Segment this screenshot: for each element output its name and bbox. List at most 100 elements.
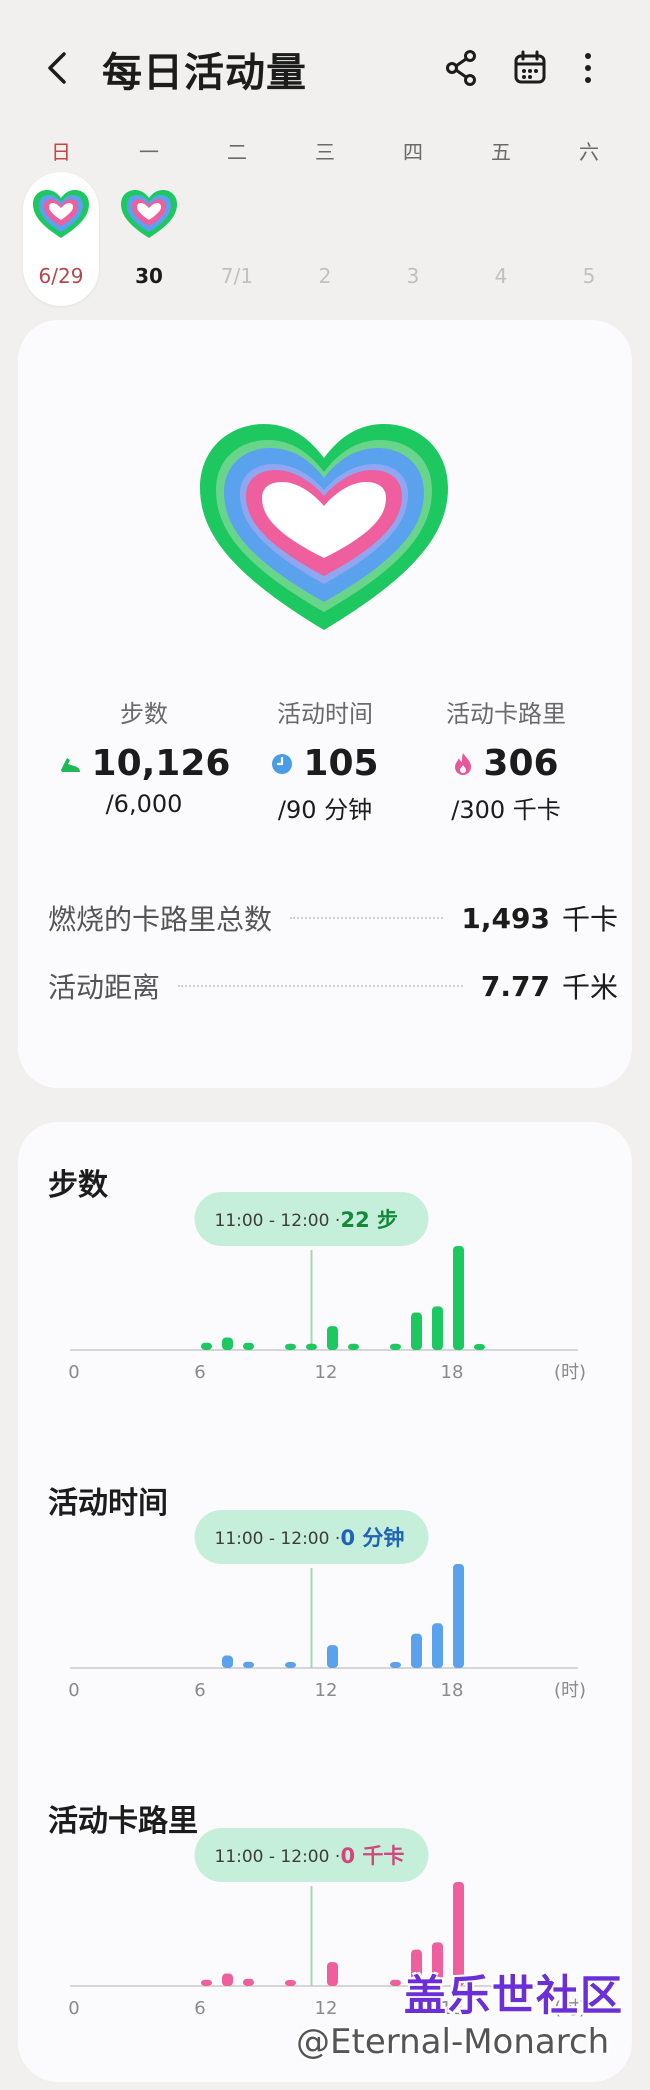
- active-time-stat[interactable]: 活动时间 105 /90 分钟: [225, 694, 425, 825]
- chart-tick-label: 0: [68, 1680, 79, 1701]
- active-time-hourly-chart[interactable]: 0 6 12 18 (时) 11:00 - 12:00 · 0 分钟: [18, 1498, 632, 1758]
- distance-value: 7.77: [480, 969, 550, 1003]
- total-calories-unit: 千卡: [561, 903, 618, 936]
- calendar-icon: [514, 50, 546, 84]
- flame-icon: [455, 752, 472, 775]
- active-calories-stat[interactable]: 活动卡路里 306 /300 千卡: [406, 694, 606, 825]
- chart-bar: [327, 1962, 338, 1986]
- day-date: 30: [135, 264, 163, 288]
- weekday-label: 二: [227, 140, 247, 164]
- chart-bar: [348, 1343, 359, 1350]
- chart-bar: [411, 1312, 422, 1350]
- calendar-button[interactable]: [508, 46, 552, 90]
- chart-bar: [432, 1623, 443, 1668]
- chart-tick-label: 0: [68, 1362, 79, 1383]
- chart-bar: [222, 1655, 233, 1668]
- row-divider: [178, 985, 463, 987]
- chart-bar: [201, 1342, 212, 1350]
- day-item[interactable]: 3: [375, 172, 451, 306]
- day-item[interactable]: 5: [551, 172, 627, 306]
- chart-bar: [201, 1979, 212, 1986]
- chart-bar: [285, 1343, 296, 1350]
- chart-bar: [222, 1973, 233, 1986]
- steps-stat[interactable]: 步数 10,126 /6,000: [44, 694, 244, 818]
- active-time-label: 活动时间: [277, 700, 373, 728]
- day-date: 7/1: [220, 264, 254, 288]
- chart-bar: [453, 1246, 464, 1350]
- share-icon: [446, 50, 476, 86]
- chart-bar: [411, 1633, 422, 1668]
- row-divider: [290, 917, 444, 919]
- chart-tick-label: 12: [315, 1998, 338, 2019]
- chart-bar: [285, 1662, 296, 1668]
- tooltip-time-range: 11:00 - 12:00 ·: [215, 1847, 341, 1867]
- distance-label: 活动距离: [48, 971, 161, 1004]
- chart-tick-label: 6: [194, 1998, 205, 2019]
- activity-heart-icon: [33, 190, 89, 238]
- chart-bar: [222, 1337, 233, 1350]
- chart-bar: [432, 1306, 443, 1350]
- chart-tick-label: 12: [315, 1680, 338, 1701]
- chart-tick-label: 0: [68, 1998, 79, 2019]
- back-button[interactable]: [40, 46, 80, 90]
- tooltip-value: 0 分钟: [341, 1526, 405, 1550]
- chart-tick-label: 18: [441, 1362, 464, 1383]
- total-calories-value: 1,493: [461, 901, 550, 935]
- chart-bar: [453, 1564, 464, 1668]
- weekday-label: 六: [579, 140, 599, 164]
- steps-value: 10,126: [91, 743, 231, 784]
- share-button[interactable]: [440, 46, 484, 90]
- day-item-selected[interactable]: 6/29: [23, 172, 99, 306]
- steps-label: 步数: [120, 700, 168, 728]
- shoe-icon: [60, 757, 80, 772]
- app-header: 每日活动量: [0, 0, 650, 130]
- chart-tick-label: 12: [315, 1362, 338, 1383]
- tooltip-value: 22 步: [341, 1208, 399, 1232]
- more-vertical-icon: [585, 53, 591, 83]
- chart-bar: [243, 1978, 254, 1986]
- chart-unit-label: (时): [554, 1362, 586, 1383]
- chart-bar: [390, 1343, 401, 1350]
- active-time-goal: /90 分钟: [277, 796, 373, 824]
- active-calories-goal: /300 千卡: [451, 796, 561, 824]
- tooltip-value: 0 千卡: [341, 1844, 405, 1868]
- activity-summary-card: 步数 10,126 /6,000 活动时间 105 /90 分钟 活动卡路里 3…: [18, 320, 632, 1088]
- active-calories-value: 306: [483, 743, 559, 784]
- steps-hourly-chart[interactable]: 0 6 12 18 (时) 11:00 - 12:00 · 22 步: [18, 1180, 632, 1440]
- weekday-label: 一: [139, 140, 159, 164]
- chart-tick-label: 18: [441, 1680, 464, 1701]
- steps-goal: /6,000: [105, 790, 183, 818]
- total-calories-label: 燃烧的卡路里总数: [48, 903, 273, 936]
- day-item[interactable]: 4: [463, 172, 539, 306]
- more-options-button[interactable]: [566, 46, 610, 90]
- weekday-label: 日: [51, 140, 71, 164]
- activity-heart-icon: [121, 190, 177, 238]
- distance-unit: 千米: [561, 971, 618, 1004]
- day-date: 2: [318, 264, 332, 288]
- chart-unit-label: (时): [554, 1680, 586, 1701]
- day-date: 6/29: [38, 264, 84, 288]
- chart-bar: [327, 1645, 338, 1668]
- tooltip-time-range: 11:00 - 12:00 ·: [215, 1211, 341, 1231]
- distance-row[interactable]: 活动距离 7.77 千米: [48, 964, 618, 1008]
- chart-bar: [243, 1342, 254, 1350]
- chevron-left-icon: [48, 52, 66, 84]
- activity-rings-heart-icon: [200, 424, 448, 630]
- day-date: 3: [406, 264, 420, 288]
- hourly-charts-card: 步数 0 6 12 18 (时) 11:00 - 12:00 · 22 步 活动时间 061…: [18, 1122, 632, 2082]
- active-time-value: 105: [303, 743, 379, 784]
- tooltip-time-range: 11:00 - 12:00 ·: [215, 1529, 341, 1549]
- weekday-label: 三: [315, 140, 335, 164]
- chart-bar: [390, 1662, 401, 1668]
- chart-bar: [306, 1343, 317, 1350]
- chart-bar: [327, 1326, 338, 1350]
- chart-tick-label: 6: [194, 1680, 205, 1701]
- weekday-label: 五: [491, 140, 511, 164]
- day-item[interactable]: 7/1: [199, 172, 275, 306]
- day-item[interactable]: 30: [111, 172, 187, 306]
- chart-bar: [243, 1661, 254, 1668]
- chart-tick-label: 6: [194, 1362, 205, 1383]
- total-calories-row[interactable]: 燃烧的卡路里总数 1,493 千卡: [48, 896, 618, 940]
- day-item[interactable]: 2: [287, 172, 363, 306]
- page-title: 每日活动量: [102, 50, 307, 96]
